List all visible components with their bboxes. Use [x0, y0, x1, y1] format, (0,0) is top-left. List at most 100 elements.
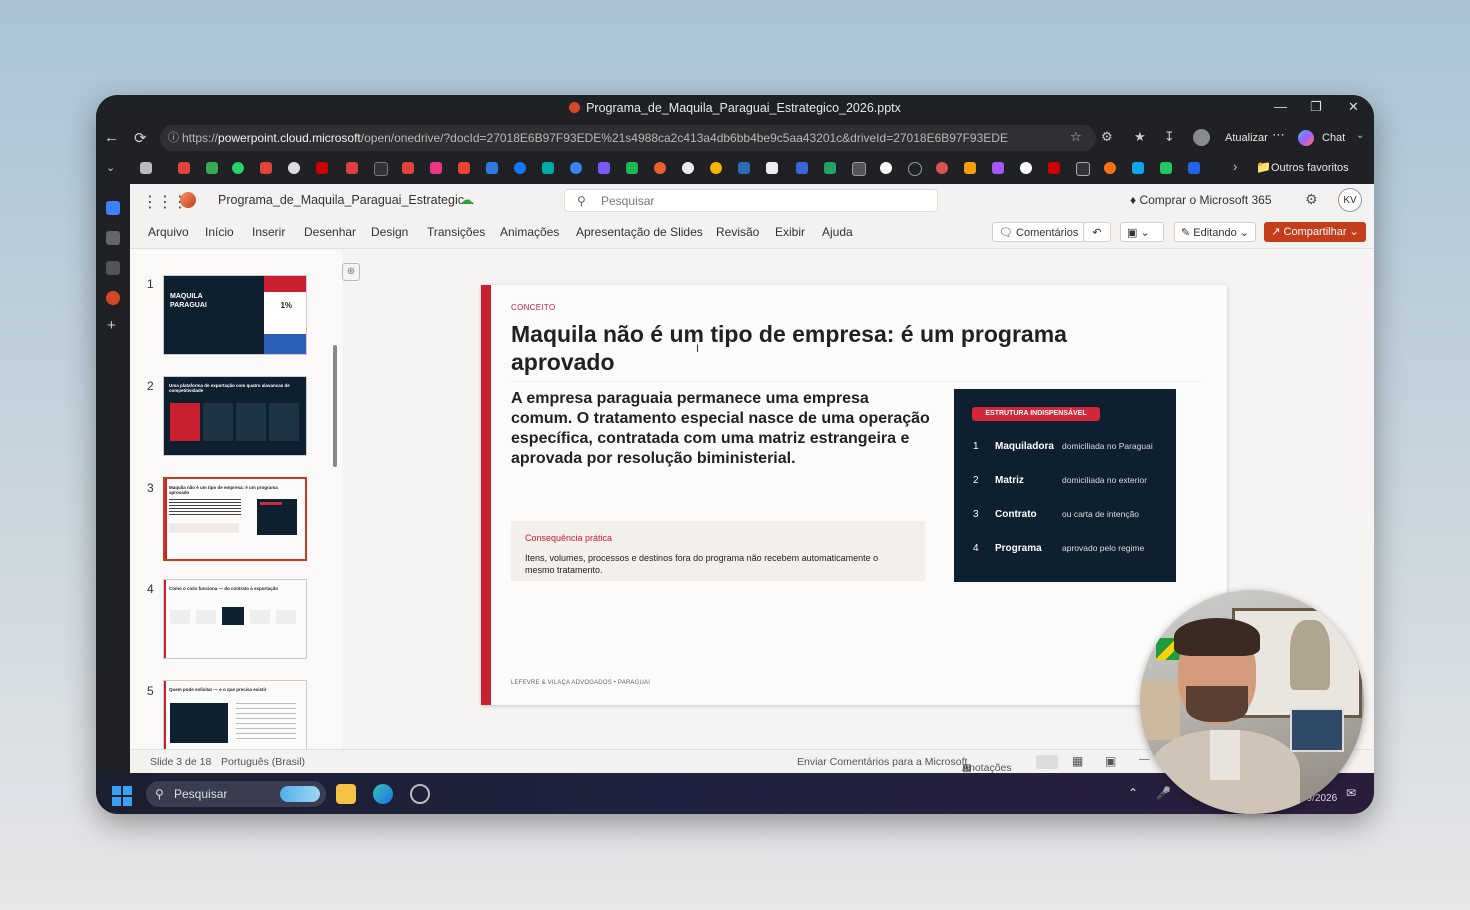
bookmark-icon[interactable]	[542, 162, 554, 174]
bookmark-icon[interactable]	[260, 162, 272, 174]
slide-3[interactable]: CONCEITO Maquila não é um tipo de empres…	[481, 285, 1227, 705]
bookmark-icon[interactable]	[374, 162, 388, 176]
gmail-icon[interactable]	[458, 162, 470, 174]
bookmark-icon[interactable]	[1132, 162, 1144, 174]
bookmark-icon[interactable]	[1188, 162, 1200, 174]
bookmark-icon[interactable]	[738, 162, 750, 174]
bookmark-icon[interactable]	[486, 162, 498, 174]
chevron-up-icon[interactable]: ⌃	[1128, 786, 1138, 800]
refresh-icon[interactable]: ⟳	[134, 129, 147, 147]
favorite-star-icon[interactable]: ☆	[1070, 129, 1082, 145]
bookmark-icon[interactable]	[766, 162, 778, 174]
search-input[interactable]: ⚲ Pesquisar	[564, 189, 938, 212]
other-favorites-folder[interactable]: Outros favoritos	[1271, 162, 1349, 174]
tab-ajuda[interactable]: Ajuda	[822, 225, 853, 239]
tab-inicio[interactable]: Início	[205, 225, 234, 239]
taskbar-search[interactable]: ⚲ Pesquisar	[146, 781, 326, 807]
favorites-icon[interactable]: ★	[1134, 129, 1146, 145]
tab-transicoes[interactable]: Transições	[427, 225, 485, 239]
bookmark-icon[interactable]	[796, 162, 808, 174]
sidebar-app-icon[interactable]	[106, 231, 120, 245]
windows-start-icon[interactable]	[112, 786, 132, 806]
bookmark-icon[interactable]	[852, 162, 866, 176]
sidebar-app-icon[interactable]	[106, 261, 120, 275]
bookmark-icon[interactable]	[402, 162, 414, 174]
present-button[interactable]: ▣ ⌄	[1120, 222, 1164, 242]
bookmark-icon[interactable]	[1076, 162, 1090, 176]
close-button[interactable]: ✕	[1348, 99, 1359, 115]
bookmark-icon[interactable]	[178, 162, 190, 174]
chevron-down-icon[interactable]: ⌄	[1356, 130, 1364, 141]
bookmark-icon[interactable]	[682, 162, 694, 174]
tab-design[interactable]: Design	[371, 225, 408, 239]
share-button[interactable]: ↗ Compartilhar ⌄	[1264, 222, 1366, 242]
downloads-icon[interactable]: ↧	[1164, 129, 1175, 145]
url-field[interactable]: ⓘ https://powerpoint.cloud.microsoft/ope…	[160, 125, 1096, 151]
chat-button[interactable]: Chat	[1322, 132, 1345, 144]
minimize-button[interactable]: —	[1274, 99, 1287, 114]
user-avatar[interactable]: KV	[1338, 188, 1362, 212]
slide-thumbnail-3[interactable]: Maquila não é um tipo de empresa: é um p…	[163, 477, 307, 561]
site-info-icon[interactable]: ⓘ	[168, 125, 179, 151]
bookmark-icon[interactable]	[570, 162, 582, 174]
bookmark-icon[interactable]	[346, 162, 358, 174]
slide-title[interactable]: Maquila não é um tipo de empresa: é um p…	[511, 320, 1151, 376]
tab-arquivo[interactable]: Arquivo	[148, 225, 189, 239]
zoom-out-icon[interactable]: —	[1139, 753, 1150, 765]
maximize-button[interactable]: ❐	[1310, 99, 1322, 115]
new-slide-icon[interactable]: ⊕	[342, 263, 360, 281]
sidebar-toggle-chevron-icon[interactable]: ⌄	[106, 161, 115, 174]
powerpoint-sidebar-icon[interactable]	[106, 291, 120, 305]
more-options-icon[interactable]: ⋯	[1272, 127, 1285, 143]
slide-thumbnail-1[interactable]: MAQUILA PARAGUAI 1%	[163, 275, 307, 355]
bookmark-icon[interactable]	[514, 162, 526, 174]
reading-view-icon[interactable]: ▣	[1105, 754, 1116, 768]
bookmark-icon[interactable]	[206, 162, 218, 174]
thumbnails-scrollbar[interactable]	[333, 345, 337, 467]
whatsapp-icon[interactable]	[232, 162, 244, 174]
update-button[interactable]: Atualizar	[1225, 132, 1268, 144]
bookmark-icon[interactable]	[140, 162, 152, 174]
slide-thumbnail-2[interactable]: Uma plataforma de exportação com quatro …	[163, 376, 307, 456]
tab-exibir[interactable]: Exibir	[775, 225, 805, 239]
bookmark-icon[interactable]	[654, 162, 666, 174]
google-icon[interactable]	[1020, 162, 1032, 174]
language-indicator[interactable]: Português (Brasil)	[221, 756, 305, 768]
bookmark-icon[interactable]	[824, 162, 836, 174]
back-arrow-icon[interactable]: ←	[104, 129, 119, 146]
tab-desenhar[interactable]: Desenhar	[304, 225, 356, 239]
tab-revisao[interactable]: Revisão	[716, 225, 759, 239]
bookmark-icon[interactable]	[880, 162, 892, 174]
bookmark-icon[interactable]	[598, 162, 610, 174]
edge-browser-icon[interactable]	[373, 784, 393, 804]
sidebar-app-icon[interactable]	[106, 201, 120, 215]
bookmark-icon[interactable]	[316, 162, 328, 174]
tab-inserir[interactable]: Inserir	[252, 225, 285, 239]
tab-animacoes[interactable]: Animações	[500, 225, 559, 239]
bookmark-icon[interactable]	[626, 162, 638, 174]
structure-panel[interactable]: ESTRUTURA INDISPENSÁVEL 1 Maquiladora domi…	[954, 389, 1176, 582]
bookmark-icon[interactable]	[936, 162, 948, 174]
profile-avatar[interactable]	[1193, 129, 1210, 146]
slide-sorter-icon[interactable]: ▦	[1072, 754, 1083, 768]
chevron-right-icon[interactable]: ›	[1233, 159, 1237, 174]
slide-body-text[interactable]: A empresa paraguaia permanece uma empres…	[511, 389, 931, 469]
settings-gear-icon[interactable]: ⚙	[1305, 191, 1318, 208]
bookmark-icon[interactable]	[964, 162, 976, 174]
notifications-icon[interactable]: ✉	[1346, 786, 1356, 800]
bookmark-icon[interactable]	[1104, 162, 1116, 174]
catch-up-button[interactable]: ↶	[1083, 222, 1111, 242]
bookmark-icon[interactable]	[1048, 162, 1060, 174]
slide-thumbnail-5[interactable]: Quem pode solicitar — e o que precisa ex…	[163, 680, 307, 749]
consequence-box[interactable]: Consequência prática Itens, volumes, pro…	[511, 521, 925, 581]
bookmark-icon[interactable]	[710, 162, 722, 174]
obs-icon[interactable]	[410, 784, 430, 804]
bookmark-icon[interactable]	[430, 162, 442, 174]
extensions-icon[interactable]: ⚙	[1101, 129, 1113, 145]
slide-thumbnail-4[interactable]: Como o ciclo funciona — do contrato à ex…	[163, 579, 307, 659]
document-name[interactable]: Programa_de_Maquila_Paraguai_Estrategic.…	[218, 193, 474, 207]
file-explorer-icon[interactable]	[336, 784, 356, 804]
comments-button[interactable]: 🗨 Comentários	[992, 222, 1086, 242]
normal-view-button[interactable]	[1036, 755, 1058, 769]
bookmark-icon[interactable]	[908, 162, 922, 176]
